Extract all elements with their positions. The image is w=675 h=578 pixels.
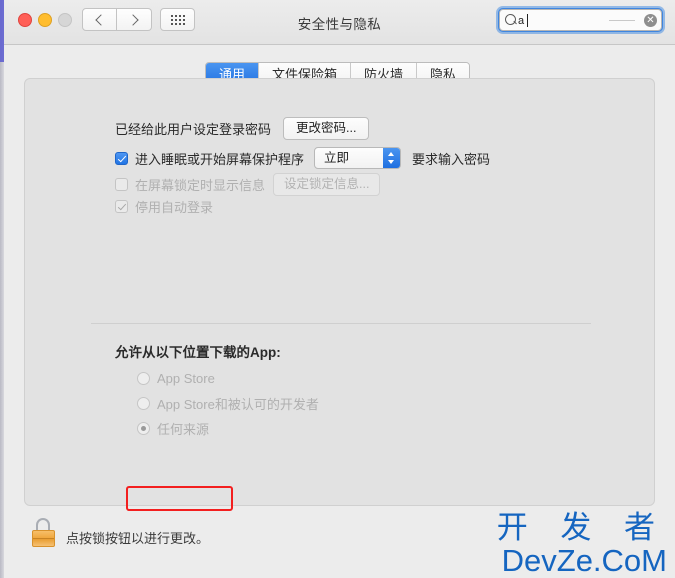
lock-message-row: 在屏幕锁定时显示信息 设定锁定信息... <box>115 173 381 196</box>
require-password-label: 进入睡眠或开始屏幕保护程序 <box>135 151 305 167</box>
search-icon <box>505 14 516 25</box>
watermark-line-2: DevZe.CoM <box>501 543 667 578</box>
radio-label: App Store <box>157 371 215 386</box>
disable-autologin-label: 停用自动登录 <box>135 200 214 215</box>
lock-message-label: 在屏幕锁定时显示信息 <box>135 178 266 193</box>
sleep-delay-value: 立即 <box>324 151 350 165</box>
radio-label: 任何来源 <box>157 422 210 437</box>
search-value: a <box>518 15 525 27</box>
search-input[interactable]: a ✕ <box>498 8 663 32</box>
radio-option-anywhere: 任何来源 <box>137 418 319 439</box>
search-placeholder-line <box>609 20 635 21</box>
radio-option-app-store-identified: App Store和被认可的开发者 <box>137 393 319 414</box>
login-password-label: 已经给此用户设定登录密码 <box>115 122 272 137</box>
sleep-delay-select[interactable]: 立即 <box>314 147 402 169</box>
highlight-annotation-box <box>126 486 233 511</box>
require-password-row: 进入睡眠或开始屏幕保护程序 立即 要求输入密码 <box>115 147 490 169</box>
radio-button <box>137 422 150 435</box>
watermark-line-1: 开 发 者 <box>496 510 667 545</box>
require-password-suffix: 要求输入密码 <box>412 151 491 167</box>
watermark: 开 发 者 DevZe.CoM <box>497 512 667 576</box>
require-password-checkbox[interactable] <box>115 151 128 165</box>
title-bar: 安全性与隐私 a ✕ <box>4 0 675 45</box>
unlocked-padlock-icon[interactable] <box>31 518 57 548</box>
login-password-row: 已经给此用户设定登录密码 更改密码... <box>115 117 370 140</box>
clear-circle-icon[interactable]: ✕ <box>644 14 657 27</box>
text-caret <box>527 14 528 27</box>
download-source-title: 允许从以下位置下载的App: <box>115 345 281 360</box>
radio-label: App Store和被认可的开发者 <box>157 397 319 412</box>
system-preferences-window: 安全性与隐私 a ✕ 通用 文件保险箱 防火墙 隐私 已经给此用户设定登录密码 … <box>0 0 675 578</box>
disable-autologin-checkbox <box>115 200 128 213</box>
padlock-body <box>32 530 55 547</box>
preferences-panel: 已经给此用户设定登录密码 更改密码... 进入睡眠或开始屏幕保护程序 立即 要求… <box>24 78 655 511</box>
radio-button <box>137 372 150 385</box>
radio-button <box>137 397 150 410</box>
radio-option-app-store: App Store <box>137 368 319 389</box>
set-lock-message-button: 设定锁定信息... <box>273 173 381 196</box>
lock-hint-text: 点按锁按钮以进行更改。 <box>66 531 210 546</box>
lock-message-checkbox <box>115 178 128 191</box>
disable-autologin-row: 停用自动登录 <box>115 197 213 216</box>
change-password-button[interactable]: 更改密码... <box>283 117 370 140</box>
download-source-radio-group: App Store App Store和被认可的开发者 任何来源 <box>137 368 319 443</box>
section-divider <box>91 323 591 324</box>
stepper-arrows-icon[interactable] <box>383 148 401 168</box>
